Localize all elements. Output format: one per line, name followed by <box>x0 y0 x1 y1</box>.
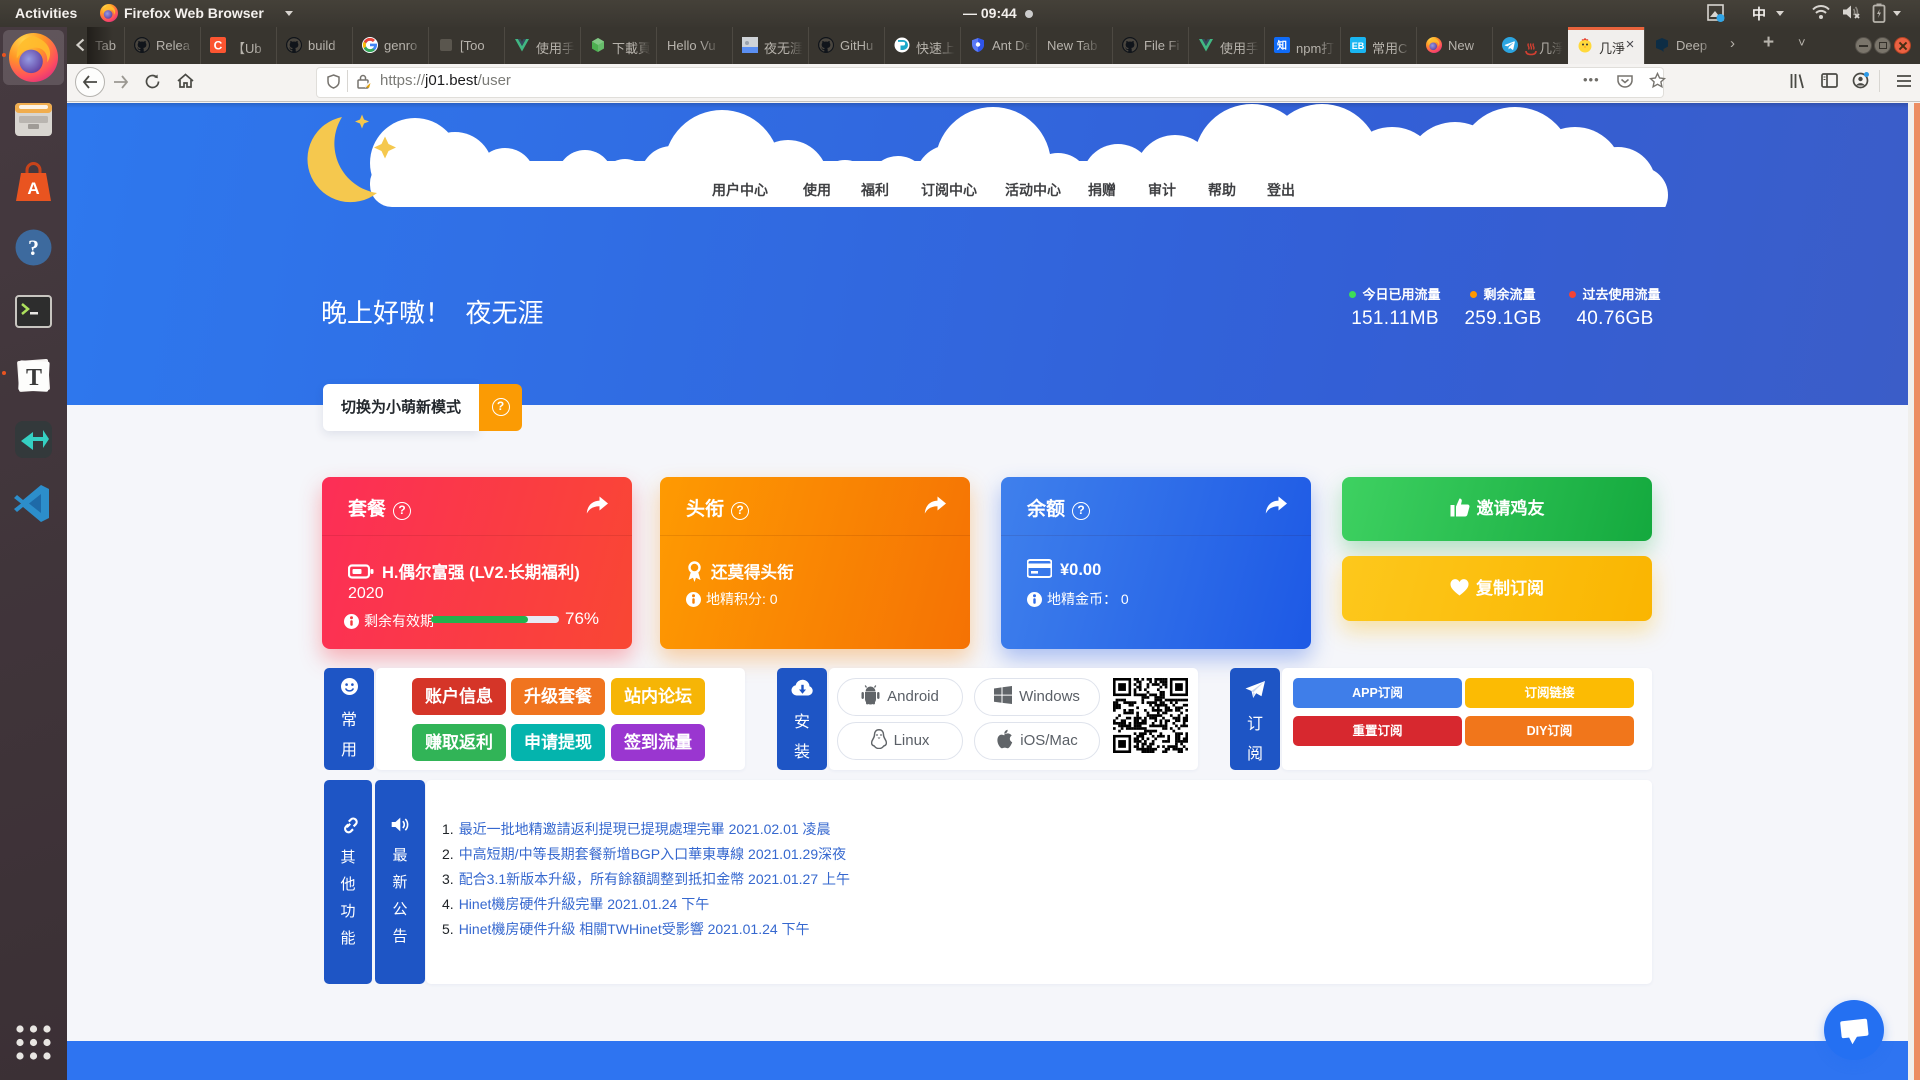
svg-text:T: T <box>26 365 42 391</box>
svg-text:A: A <box>27 179 39 198</box>
svg-text:EB: EB <box>1352 41 1365 51</box>
svg-text:?: ? <box>28 235 39 260</box>
svg-text:C: C <box>214 39 223 53</box>
svg-text:知: 知 <box>1276 39 1287 52</box>
